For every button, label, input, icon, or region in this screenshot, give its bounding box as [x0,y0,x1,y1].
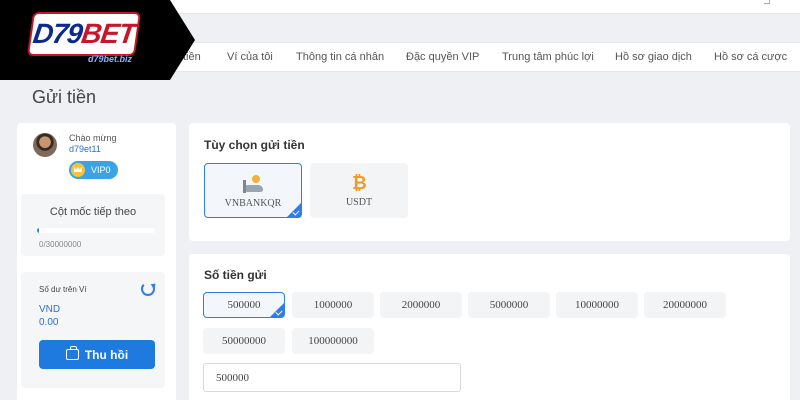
method-label: VNBANKQR [224,198,282,209]
crown-icon [71,163,85,177]
username: d79et11 [69,144,101,154]
amount-preset-500000[interactable]: 500000 [203,292,285,318]
deposit-options-card: Tùy chọn gửi tiền VNBANKQR ₿ USDT [189,123,790,241]
withdraw-button[interactable]: Thu hồi [39,340,155,369]
milestone-title: Cột mốc tiếp theo [49,206,137,218]
nav-item-transaction-history[interactable]: Hồ sơ giao dịch [615,51,692,63]
method-label: USDT [345,197,373,208]
preset-label: 20000000 [663,299,707,311]
vip-badge[interactable]: VIP0 [69,161,118,179]
amount-preset-50000000[interactable]: 50000000 [203,328,285,354]
preset-label: 10000000 [575,299,619,311]
deposit-options-title: Tùy chọn gửi tiền [204,138,305,152]
selected-check-icon [270,303,284,317]
preset-label: 500000 [227,299,261,311]
preset-label: 2000000 [401,299,441,311]
amount-preset-100000000[interactable]: 100000000 [292,328,374,354]
preset-label: 5000000 [489,299,529,311]
preset-label: 100000000 [308,335,358,347]
brand-logo[interactable]: D79BET d79bet.biz [0,0,195,80]
deposit-amount-input[interactable] [203,363,461,392]
withdraw-label: Thu hồi [84,347,129,362]
amount-preset-10000000[interactable]: 10000000 [556,292,638,318]
nav-item-welfare-center[interactable]: Trung tâm phúc lợi [502,51,594,63]
nav-item-betting-history[interactable]: Hồ sơ cá cược [714,51,787,63]
wallet-balance-panel: Số dư trên Ví VND 0.00 Thu hồi [21,272,165,388]
wallet-balance-label: Số dư trên Ví [39,285,87,294]
next-milestone-panel: Cột mốc tiếp theo 0/30000000 [21,194,165,256]
preset-label: 1000000 [313,299,353,311]
method-usdt[interactable]: ₿ USDT [310,163,408,218]
amount-preset-2000000[interactable]: 2000000 [380,292,462,318]
bitcoin-icon: ₿ [352,173,367,194]
page-title: Gửi tiền [32,87,97,107]
wallet-currency: VND [39,304,61,315]
milestone-value: 0/30000000 [39,240,82,249]
vip-label: VIP0 [91,165,111,175]
avatar[interactable] [33,133,57,157]
logo-wordmark: D79BET [31,18,137,49]
deposit-amount-title: Số tiền gửi [204,268,267,282]
nav-item-vip-privileges[interactable]: Đặc quyền VIP [406,51,479,63]
milestone-progress-fill [37,228,40,233]
nav-item-personal-info[interactable]: Thông tin cá nhân [296,51,384,63]
logo-url: d79bet.biz [88,54,133,64]
wallet-amount: 0.00 [39,317,59,328]
logo-badge: D79BET [26,12,142,56]
deposit-amount-card: Số tiền gửi 500000 1000000 2000000 50000… [189,254,790,400]
milestone-progress-bar [37,228,155,233]
nav-item-my-wallet[interactable]: Ví của tôi [227,51,273,63]
amount-preset-5000000[interactable]: 5000000 [468,292,550,318]
greeting-text: Chào mừng [69,133,117,143]
top-bar-edge-mark [764,0,770,4]
amount-preset-1000000[interactable]: 1000000 [292,292,374,318]
wallet-icon [65,346,79,360]
preset-label: 50000000 [222,335,266,347]
refresh-icon[interactable] [141,282,155,296]
amount-preset-20000000[interactable]: 20000000 [644,292,726,318]
method-vnbankqr[interactable]: VNBANKQR [204,163,302,218]
bank-transfer-icon [243,175,265,195]
